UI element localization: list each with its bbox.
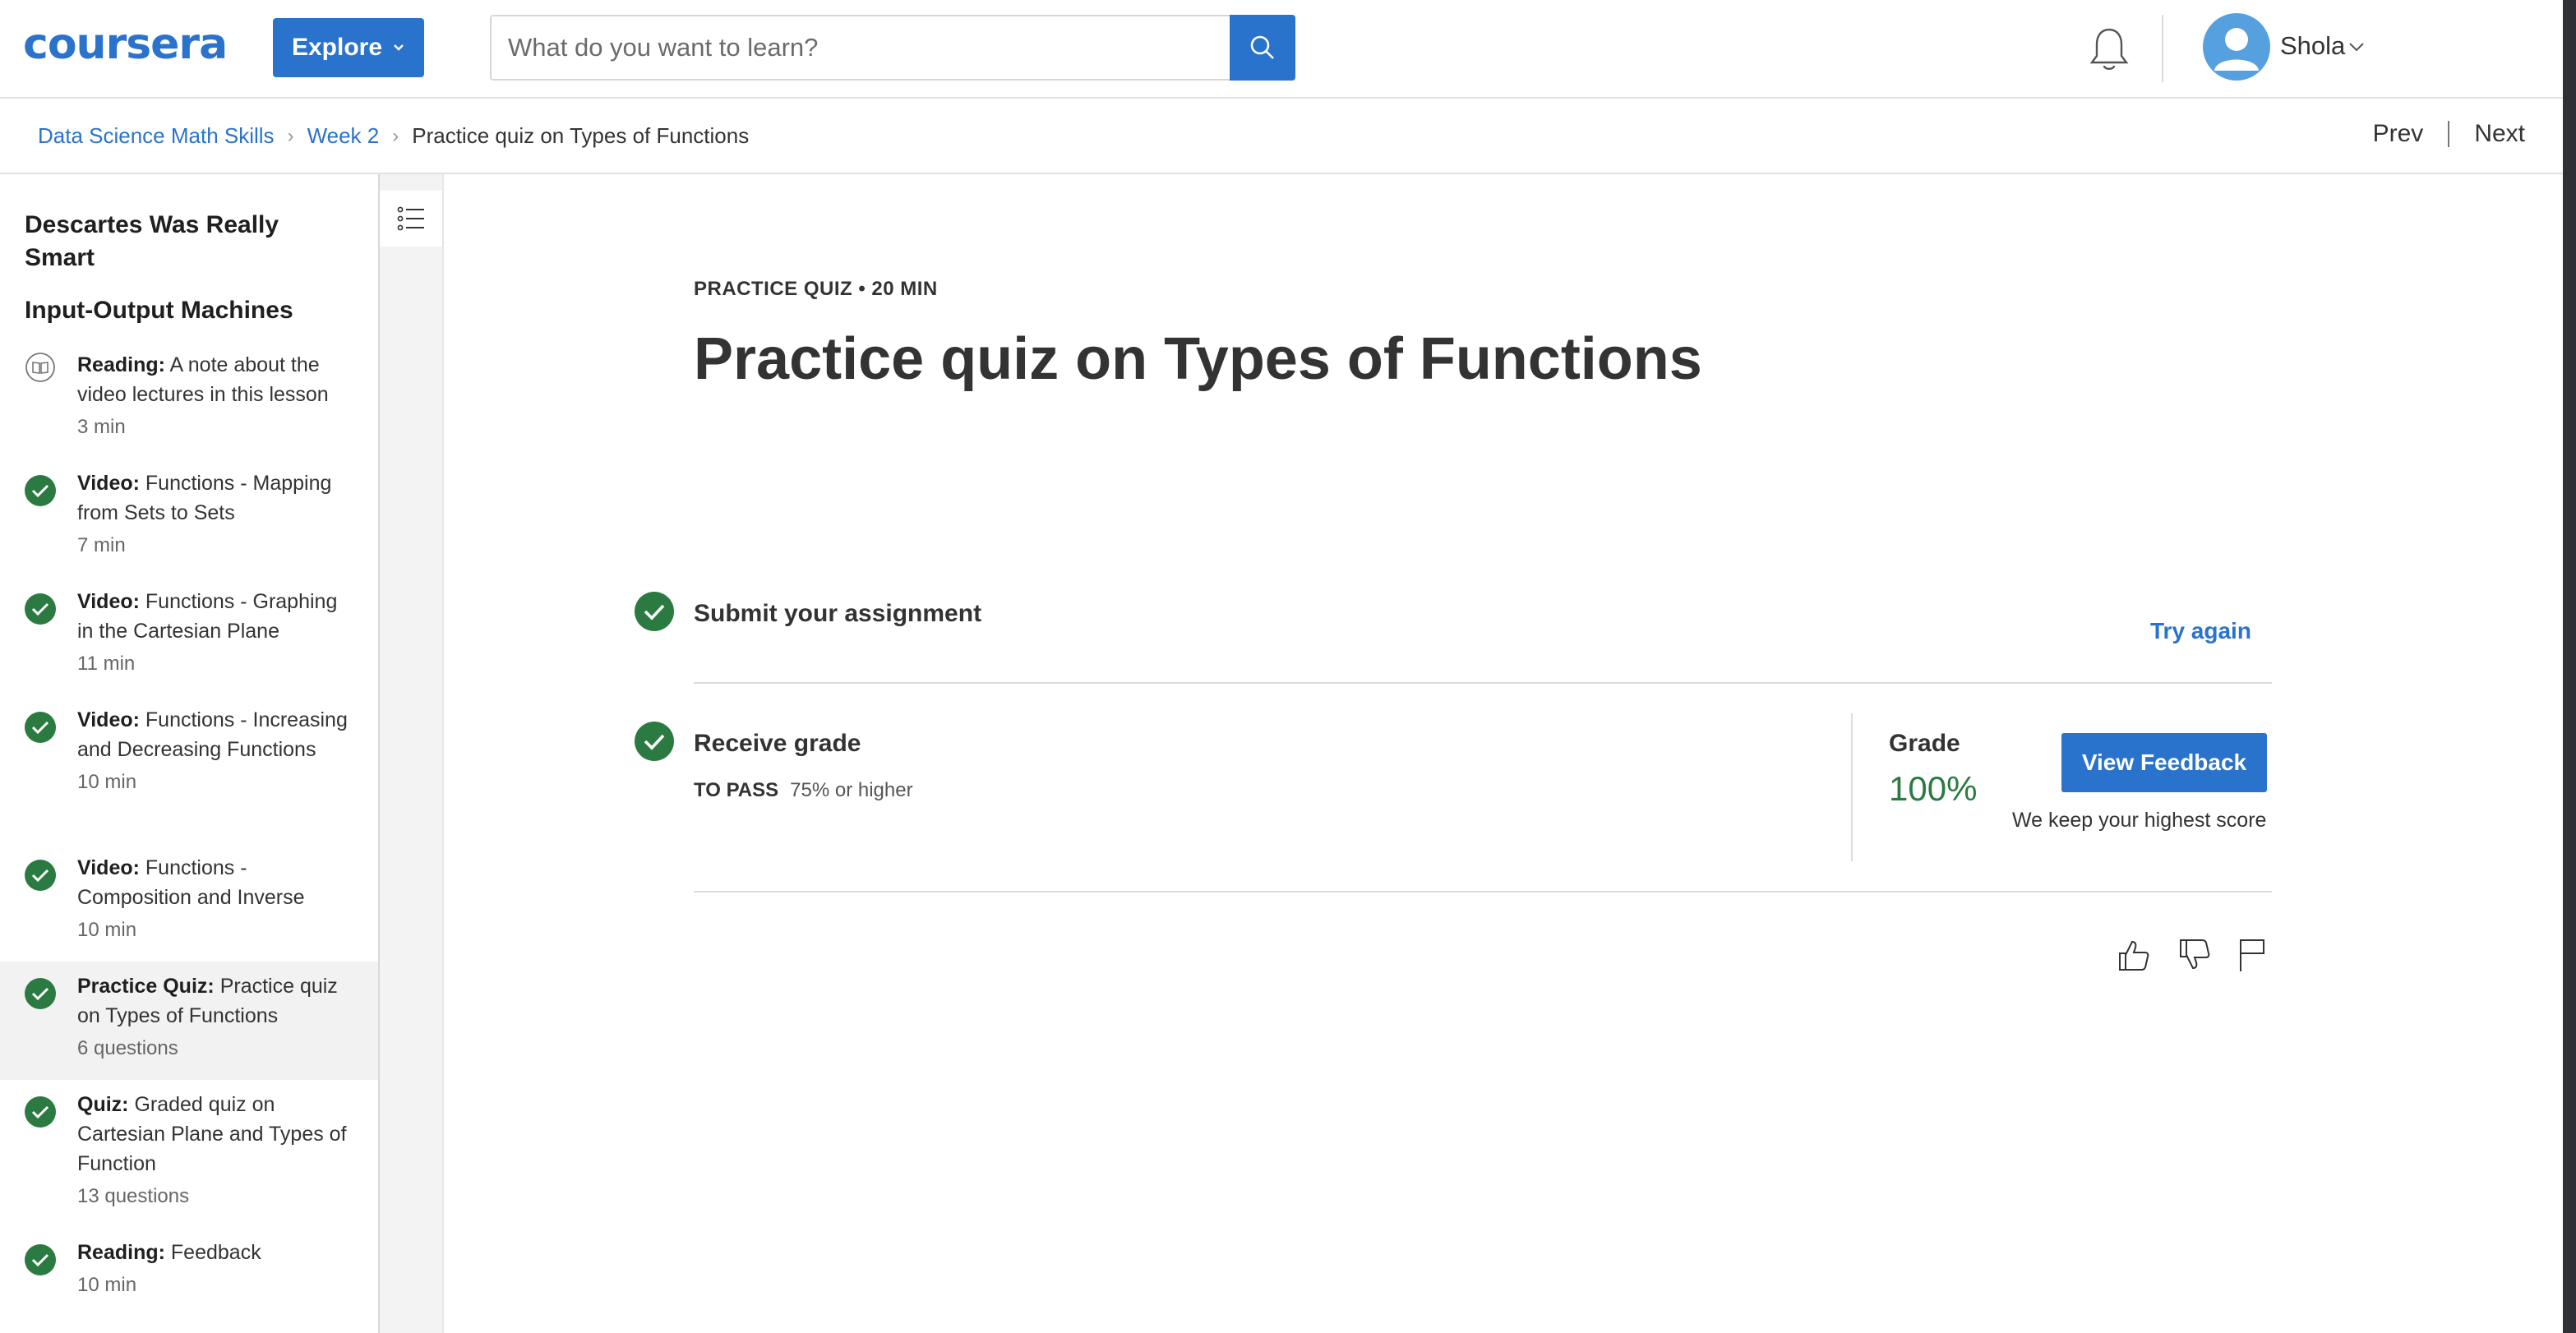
top-header: coursera Explore Shola (0, 0, 2576, 99)
item-type: Video: (77, 708, 140, 731)
search-icon (1250, 35, 1274, 59)
item-title: Feedback (170, 1241, 261, 1264)
item-type: Video: (77, 472, 140, 495)
to-pass-label: TO PASS (694, 779, 779, 801)
breadcrumb-current: Practice quiz on Types of Functions (412, 123, 750, 148)
item-duration: 10 min (77, 1274, 137, 1296)
nav-divider (2448, 121, 2450, 147)
chevron-down-icon[interactable] (2347, 38, 2366, 56)
divider (694, 891, 2272, 893)
grade-divider (1851, 713, 1853, 861)
check-circle-icon (25, 593, 56, 625)
sidebar-item-video-graphing[interactable]: Video: Functions - Graphing in the Carte… (0, 580, 378, 695)
item-duration: 13 questions (77, 1185, 190, 1207)
sidebar-toggle-button[interactable] (380, 191, 442, 247)
search-input[interactable] (492, 16, 1230, 79)
item-type: Reading: (77, 1241, 165, 1264)
user-name[interactable]: Shola (2280, 31, 2345, 61)
search-bar (490, 15, 1295, 81)
item-type: Practice Quiz: (77, 975, 215, 998)
grade-value: 100% (1889, 769, 1978, 808)
check-circle-icon (25, 978, 56, 1009)
module-title: Input-Output Machines (25, 297, 293, 324)
header-divider (2162, 15, 2163, 82)
chevron-right-icon: › (392, 124, 399, 147)
thumbs-down-icon[interactable] (2177, 937, 2213, 973)
item-duration: 10 min (77, 919, 137, 941)
thumbs-up-icon[interactable] (2116, 937, 2152, 973)
check-circle-icon (635, 722, 674, 761)
bell-icon[interactable] (2086, 25, 2132, 74)
flag-icon[interactable] (2234, 937, 2270, 973)
list-icon (397, 206, 424, 231)
explore-label: Explore (291, 34, 383, 61)
coursera-logo[interactable]: coursera (23, 21, 228, 67)
sidebar-item-reading-note[interactable]: Reading: A note about the video lectures… (0, 344, 378, 459)
item-kicker: PRACTICE QUIZ • 20 MIN (694, 278, 938, 300)
sidebar-item-reading-feedback[interactable]: Reading: Feedback 10 min (0, 1231, 378, 1321)
check-circle-icon (25, 475, 56, 506)
item-duration: 10 min (77, 771, 137, 793)
item-type: Quiz: (77, 1093, 129, 1116)
check-circle-icon (635, 592, 674, 631)
item-duration: 3 min (77, 416, 126, 438)
item-type: Video: (77, 856, 140, 879)
page-title: Practice quiz on Types of Functions (694, 326, 1702, 392)
submit-assignment-label: Submit your assignment (694, 600, 982, 627)
prev-button[interactable]: Prev (2373, 120, 2424, 148)
item-type: Video: (77, 590, 140, 613)
to-pass-value: 75% or higher (790, 779, 913, 801)
item-duration: 6 questions (77, 1037, 178, 1059)
sidebar-item-video-composition[interactable]: Video: Functions - Composition and Inver… (0, 846, 378, 962)
chevron-right-icon: › (287, 124, 294, 147)
pass-requirement: TO PASS 75% or higher (694, 779, 913, 802)
prev-next-nav: Prev Next (2373, 120, 2525, 148)
explore-button[interactable]: Explore (273, 18, 424, 77)
next-button[interactable]: Next (2474, 120, 2525, 148)
check-circle-icon (25, 1244, 56, 1275)
sidebar-item-video-mapping[interactable]: Video: Functions - Mapping from Sets to … (0, 462, 378, 577)
item-type: Reading: (77, 353, 165, 376)
sidebar-toggle-strip (380, 174, 444, 1333)
user-icon (2214, 28, 2259, 71)
chevron-down-icon (394, 44, 404, 51)
receive-grade-label: Receive grade (694, 730, 861, 757)
sidebar-item-practice-quiz[interactable]: Practice Quiz: Practice quiz on Types of… (0, 962, 378, 1080)
check-circle-icon (25, 1096, 56, 1128)
grade-label: Grade (1889, 730, 1960, 757)
avatar[interactable] (2203, 13, 2270, 81)
view-feedback-button[interactable]: View Feedback (2061, 733, 2267, 792)
try-again-link[interactable]: Try again (2150, 618, 2251, 644)
check-circle-icon (25, 860, 56, 891)
sidebar-item-video-increasing[interactable]: Video: Functions - Increasing and Decrea… (0, 699, 378, 843)
divider (694, 682, 2272, 684)
check-circle-icon (25, 712, 56, 743)
sidebar-item-graded-quiz[interactable]: Quiz: Graded quiz on Cartesian Plane and… (0, 1083, 378, 1228)
item-duration: 7 min (77, 534, 126, 556)
item-duration: 11 min (77, 653, 136, 675)
breadcrumb-bar: Data Science Math Skills › Week 2 › Prac… (0, 100, 2576, 174)
book-icon (25, 353, 55, 382)
breadcrumb-week[interactable]: Week 2 (307, 123, 380, 149)
lesson-title: Descartes Was Really Smart (25, 211, 279, 271)
highest-score-note: We keep your highest score (2012, 809, 2267, 832)
breadcrumb: Data Science Math Skills › Week 2 › Prac… (38, 123, 749, 149)
background-window-edge (2563, 0, 2576, 1333)
breadcrumb-course[interactable]: Data Science Math Skills (38, 123, 275, 149)
lesson-sidebar: Descartes Was Really Smart Input-Output … (0, 174, 380, 1333)
search-button[interactable] (1230, 15, 1295, 81)
